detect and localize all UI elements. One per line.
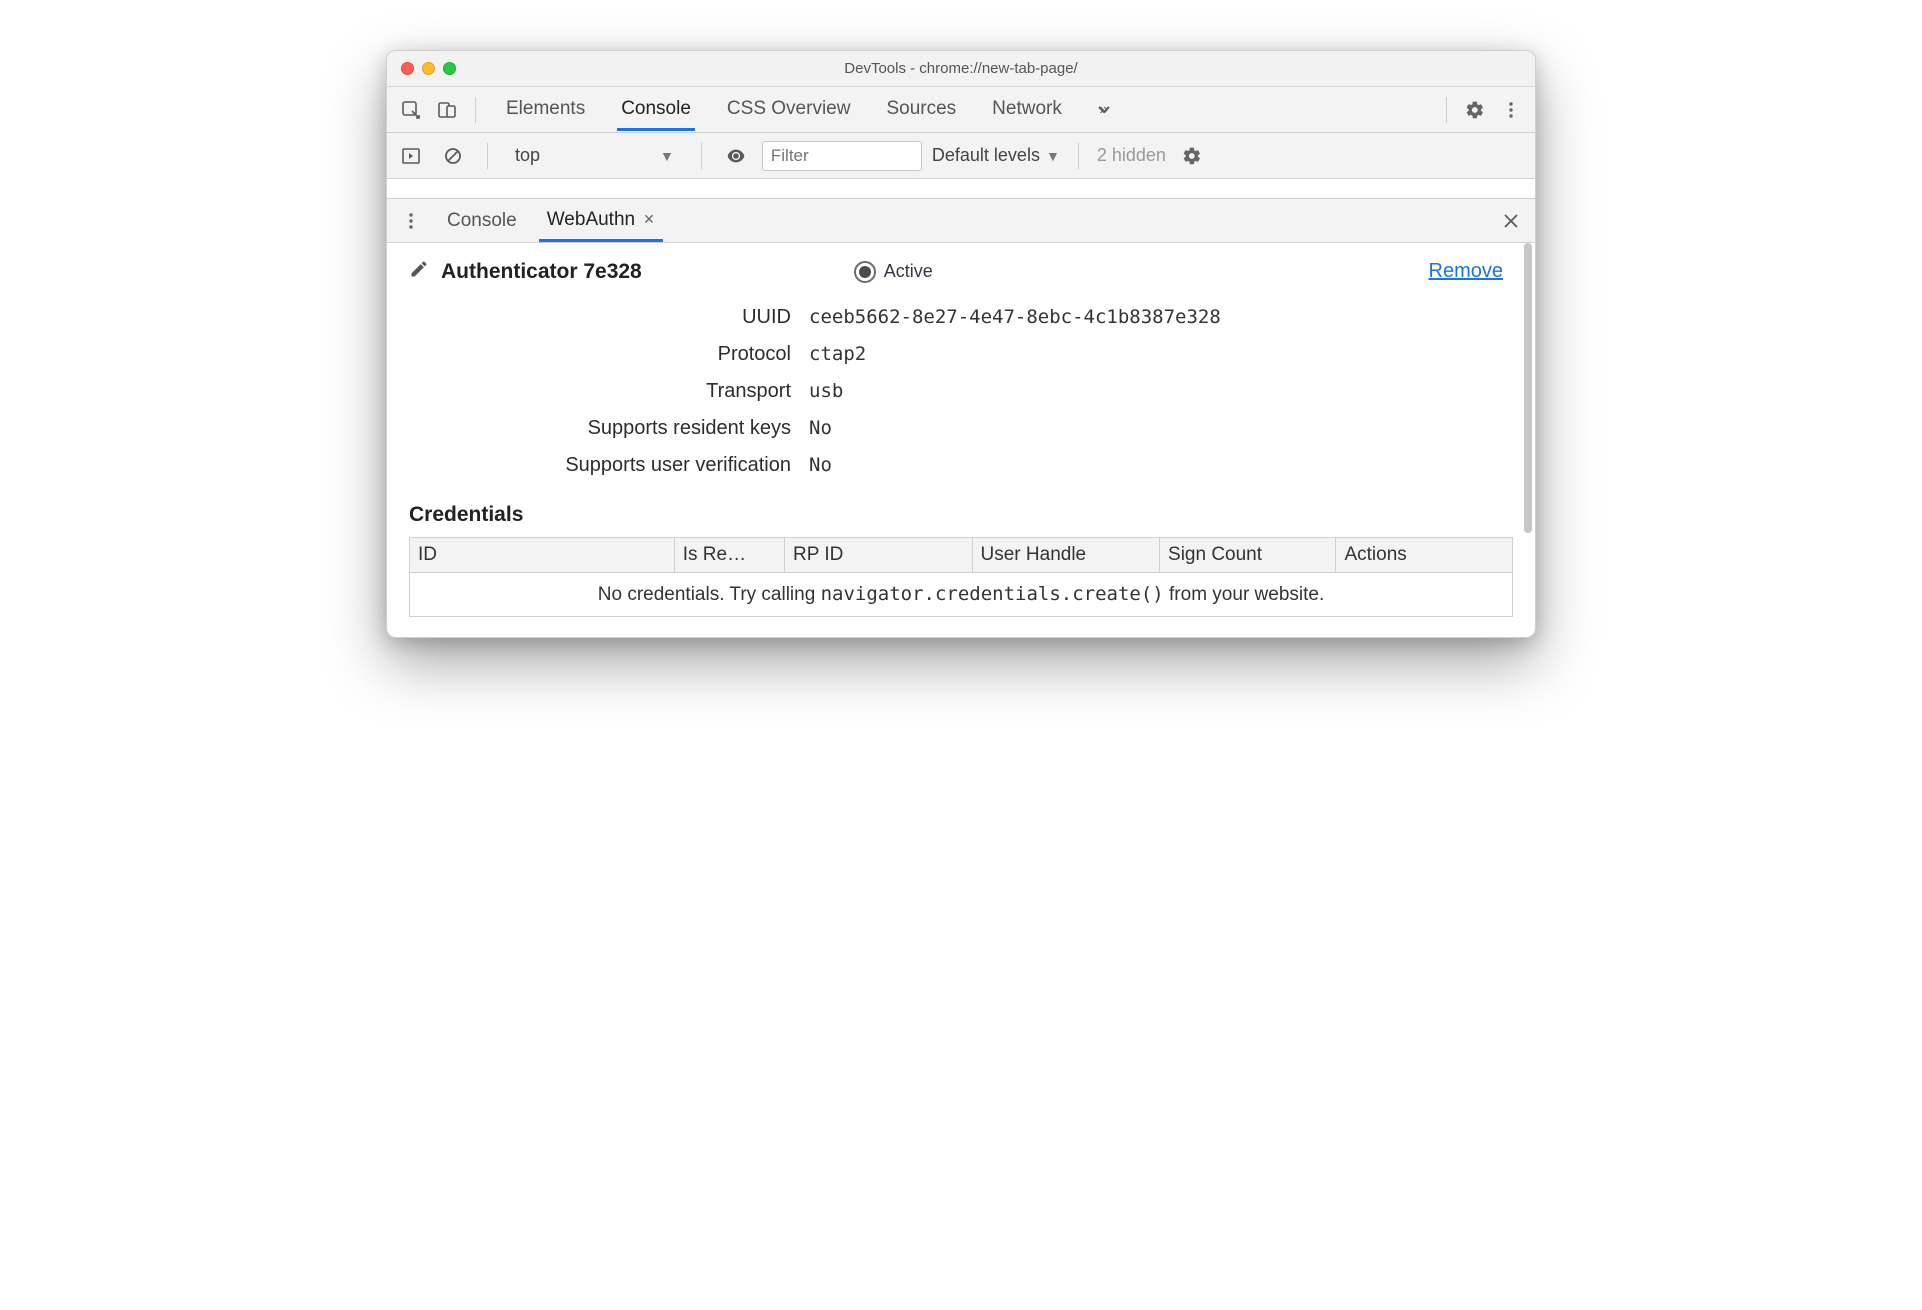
- divider: [701, 143, 702, 169]
- prop-key-rk: Supports resident keys: [409, 417, 809, 440]
- drawer-tab-webauthn[interactable]: WebAuthn ✕: [539, 200, 663, 242]
- credentials-table: ID Is Re… RP ID User Handle Sign Count A…: [409, 537, 1513, 617]
- levels-label: Default levels: [932, 145, 1040, 166]
- main-tabs: Elements Console CSS Overview Sources Ne…: [502, 88, 1066, 131]
- window-title: DevTools - chrome://new-tab-page/: [387, 60, 1535, 77]
- minimize-window-button[interactable]: [422, 62, 435, 75]
- prop-val-uv: No: [809, 454, 1513, 477]
- close-window-button[interactable]: [401, 62, 414, 75]
- close-drawer-icon[interactable]: [1495, 205, 1527, 237]
- inspect-element-icon[interactable]: [395, 94, 427, 126]
- prop-key-protocol: Protocol: [409, 343, 809, 366]
- prop-val-rk: No: [809, 417, 1513, 440]
- empty-code: navigator.credentials.create(): [821, 583, 1164, 605]
- empty-suffix: from your website.: [1164, 584, 1325, 605]
- zoom-window-button[interactable]: [443, 62, 456, 75]
- drawer-tabbar: Console WebAuthn ✕: [387, 199, 1535, 243]
- drawer-tabs: Console WebAuthn ✕: [439, 200, 663, 242]
- drawer-tab-console[interactable]: Console: [439, 200, 525, 242]
- edit-icon[interactable]: [409, 259, 429, 284]
- prop-key-uuid: UUID: [409, 306, 809, 329]
- divider: [475, 97, 476, 123]
- credentials-heading: Credentials: [409, 503, 1513, 527]
- drawer-more-icon[interactable]: [395, 205, 427, 237]
- device-mode-icon[interactable]: [431, 94, 463, 126]
- tab-network[interactable]: Network: [988, 88, 1066, 131]
- prop-val-protocol: ctap2: [809, 343, 1513, 366]
- authenticator-header: Authenticator 7e328 Active Remove: [409, 259, 1513, 284]
- tab-console[interactable]: Console: [617, 88, 695, 131]
- col-sign-count[interactable]: Sign Count: [1160, 538, 1336, 573]
- context-selector[interactable]: top ▼: [506, 140, 683, 171]
- console-toolbar: top ▼ Default levels ▼ 2 hidden: [387, 133, 1535, 179]
- empty-message: No credentials. Try calling navigator.cr…: [410, 573, 1513, 617]
- remove-link[interactable]: Remove: [1429, 260, 1503, 283]
- col-rp-id[interactable]: RP ID: [785, 538, 973, 573]
- prop-key-uv: Supports user verification: [409, 454, 809, 477]
- tab-sources[interactable]: Sources: [882, 88, 960, 131]
- divider: [1078, 143, 1079, 169]
- window-titlebar: DevTools - chrome://new-tab-page/: [387, 51, 1535, 87]
- prop-val-transport: usb: [809, 380, 1513, 403]
- tab-elements[interactable]: Elements: [502, 88, 589, 131]
- chevron-down-icon: ▼: [1046, 148, 1060, 164]
- main-panel-tabbar: Elements Console CSS Overview Sources Ne…: [387, 87, 1535, 133]
- console-output-area: [387, 179, 1535, 199]
- authenticator-title: Authenticator 7e328: [441, 260, 642, 284]
- clear-console-icon[interactable]: [437, 140, 469, 172]
- prop-key-transport: Transport: [409, 380, 809, 403]
- col-id[interactable]: ID: [410, 538, 675, 573]
- show-console-sidebar-icon[interactable]: [395, 140, 427, 172]
- col-actions[interactable]: Actions: [1336, 538, 1513, 573]
- prop-val-uuid: ceeb5662-8e27-4e47-8ebc-4c1b8387e328: [809, 306, 1513, 329]
- webauthn-panel: Authenticator 7e328 Active Remove UUID c…: [387, 243, 1535, 637]
- log-levels-selector[interactable]: Default levels ▼: [932, 145, 1060, 166]
- drawer-tab-label: WebAuthn: [547, 209, 635, 231]
- active-label: Active: [884, 261, 933, 282]
- table-row-empty: No credentials. Try calling navigator.cr…: [410, 573, 1513, 617]
- more-tabs-icon[interactable]: »: [1088, 94, 1120, 126]
- col-is-resident[interactable]: Is Re…: [674, 538, 784, 573]
- close-tab-icon[interactable]: ✕: [643, 211, 655, 228]
- chevron-down-icon: ▼: [660, 148, 674, 164]
- devtools-window: DevTools - chrome://new-tab-page/ Elemen…: [386, 50, 1536, 638]
- divider: [1446, 97, 1447, 123]
- live-expression-icon[interactable]: [720, 140, 752, 172]
- more-menu-icon[interactable]: [1495, 94, 1527, 126]
- divider: [487, 143, 488, 169]
- radio-icon: [854, 261, 876, 283]
- hidden-count[interactable]: 2 hidden: [1097, 145, 1166, 166]
- context-label: top: [515, 145, 540, 166]
- empty-prefix: No credentials. Try calling: [598, 584, 821, 605]
- table-header-row: ID Is Re… RP ID User Handle Sign Count A…: [410, 538, 1513, 573]
- filter-input[interactable]: [762, 141, 922, 171]
- scrollbar[interactable]: [1524, 243, 1532, 533]
- traffic-lights: [387, 62, 456, 75]
- settings-icon[interactable]: [1459, 94, 1491, 126]
- active-radio[interactable]: Active: [854, 261, 933, 283]
- authenticator-properties: UUID ceeb5662-8e27-4e47-8ebc-4c1b8387e32…: [409, 306, 1513, 477]
- tab-css-overview[interactable]: CSS Overview: [723, 88, 855, 131]
- console-settings-icon[interactable]: [1176, 140, 1208, 172]
- col-user-handle[interactable]: User Handle: [972, 538, 1160, 573]
